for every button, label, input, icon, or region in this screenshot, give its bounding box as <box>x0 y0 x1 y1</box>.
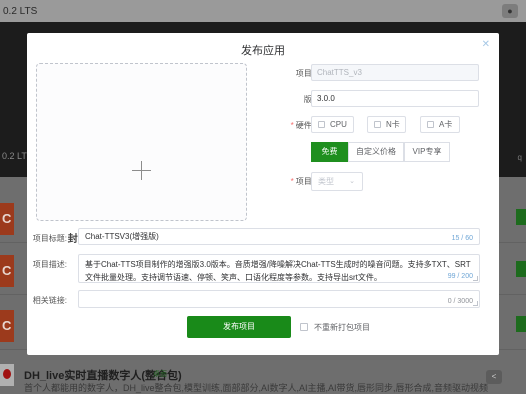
name-input[interactable]: ChatTTS_v3 <box>311 64 479 81</box>
dialog-title: 发布应用 <box>241 45 285 57</box>
open-button[interactable] <box>516 316 526 332</box>
project-title-value: Chat-TTSV3(增强版) <box>85 232 159 241</box>
version-input[interactable]: 3.0.0 <box>311 90 479 107</box>
desc-counter: 99 / 200 <box>447 273 473 280</box>
list-item-description: 首个人都能用的数字人，DH_live整合包,模型训练,面部部分,AI数字人,AI… <box>24 383 489 393</box>
project-title-label: 项目标题: <box>32 234 67 243</box>
chevron-down-icon: ⌄ <box>349 178 355 185</box>
cover-upload[interactable]: 封面图片 尺寸:400x300 格式:png <box>36 63 247 245</box>
desc-value: 基于Chat-TTS项目制作的增强版3.0版本。音质增强/降噪解决Chat-TT… <box>85 260 471 282</box>
project-title-counter: 15 / 60 <box>451 235 473 242</box>
no-repack-checkbox[interactable]: 不重新打包项目 <box>300 322 370 333</box>
link-textarea[interactable]: 0 / 3000 <box>78 290 480 308</box>
app-title: 0.2 LTS <box>3 5 38 17</box>
link-counter: 0 / 3000 <box>447 298 473 305</box>
price-custom-option[interactable]: 自定义价格 <box>348 142 404 162</box>
hardware-cpu-checkbox[interactable]: CPU <box>311 116 354 133</box>
list-item-badge: 桌面 <box>153 371 167 378</box>
checkbox-icon <box>300 323 308 331</box>
close-icon[interactable]: ✕ <box>482 39 490 50</box>
price-free-option[interactable]: 免费 <box>311 142 348 162</box>
plus-icon <box>132 161 151 180</box>
app-thumbnail: C <box>0 310 14 342</box>
resize-handle-icon[interactable] <box>473 276 478 281</box>
open-button[interactable] <box>516 261 526 277</box>
checkbox-icon <box>427 121 434 128</box>
app-header: 0.2 LTS ● <box>0 0 526 22</box>
type-select[interactable]: 类型 ⌄ <box>311 172 363 191</box>
checkbox-icon <box>374 121 381 128</box>
link-label: 相关链接: <box>32 296 67 305</box>
resize-handle-icon[interactable] <box>473 301 478 306</box>
share-icon[interactable]: < <box>486 370 502 384</box>
hardware-nvidia-label: N卡 <box>386 120 400 129</box>
open-button[interactable] <box>516 209 526 225</box>
user-icon[interactable]: ● <box>502 4 518 18</box>
desc-label: 项目描述: <box>32 260 67 269</box>
no-repack-label: 不重新打包项目 <box>314 323 370 332</box>
app-thumbnail <box>0 364 14 386</box>
hardware-cpu-label: CPU <box>330 120 347 129</box>
app-thumbnail: C <box>0 203 14 235</box>
desc-textarea[interactable]: 基于Chat-TTS项目制作的增强版3.0版本。音质增强/降噪解决Chat-TT… <box>78 254 480 283</box>
hardware-nvidia-checkbox[interactable]: N卡 <box>367 116 406 133</box>
project-title-input[interactable]: Chat-TTSV3(增强版) 15 / 60 <box>78 228 480 245</box>
hardware-amd-label: A卡 <box>439 120 453 129</box>
type-placeholder: 类型 <box>318 177 334 186</box>
checkbox-icon <box>318 121 325 128</box>
hardware-amd-checkbox[interactable]: A卡 <box>420 116 460 133</box>
publish-dialog: 发布应用 ✕ 封面图片 尺寸:400x300 格式:png 项目名称: Chat… <box>27 33 499 355</box>
price-vip-option[interactable]: VIP专享 <box>404 142 450 162</box>
banner-corner-text: q <box>517 153 522 162</box>
publish-button[interactable]: 发布项目 <box>187 316 291 338</box>
app-thumbnail: C <box>0 255 14 287</box>
